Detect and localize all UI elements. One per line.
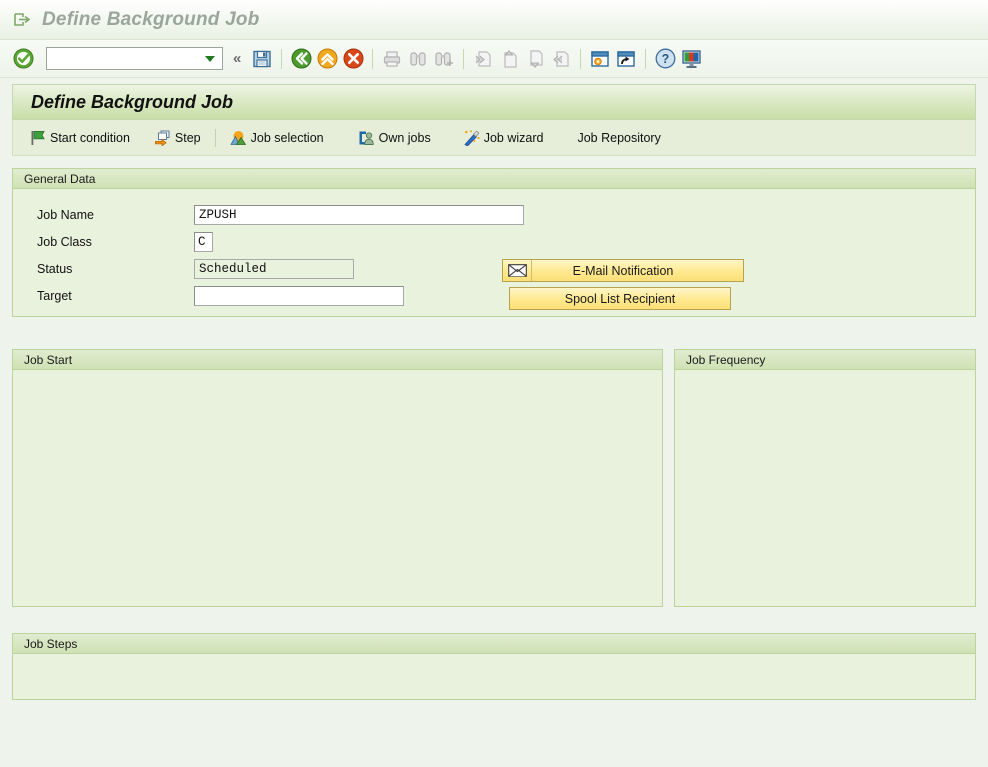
help-button[interactable]: ?: [653, 47, 677, 71]
email-notification-button[interactable]: E-Mail Notification: [502, 259, 744, 282]
toolbar-divider: [463, 48, 465, 69]
exit-arrow-icon: [14, 12, 31, 27]
find-next-button[interactable]: [432, 47, 456, 71]
window-title: Define Background Job: [42, 8, 260, 30]
toolbar-divider: [281, 48, 283, 69]
save-button[interactable]: [250, 47, 274, 71]
start-condition-button[interactable]: Start condition: [23, 125, 136, 151]
chevron-down-icon[interactable]: [205, 55, 215, 62]
double-chevron-left-icon[interactable]: «: [233, 51, 241, 66]
last-page-button[interactable]: [549, 47, 573, 71]
mountain-sunrise-icon: [230, 130, 248, 146]
job-start-panel: Job Start: [12, 349, 663, 607]
exit-button[interactable]: [315, 47, 339, 71]
form-row-job-name: Job Name ZPUSH: [13, 201, 975, 228]
form-row-status: Status Scheduled: [13, 255, 975, 282]
job-steps-panel: Job Steps: [12, 633, 976, 700]
system-toolbar: « ?: [0, 40, 988, 78]
job-frequency-header: Job Frequency: [675, 350, 975, 370]
window-titlebar: Define Background Job: [0, 0, 988, 40]
form-row-target: Target: [13, 282, 975, 309]
job-wizard-button[interactable]: Job wizard: [457, 125, 550, 151]
job-repository-label: Job Repository: [577, 130, 661, 145]
status-label: Status: [37, 261, 73, 276]
magic-wand-icon: [463, 129, 481, 146]
general-data-body: Job Name ZPUSH Job Class C Status Schedu…: [13, 189, 975, 316]
email-notification-label: E-Mail Notification: [572, 263, 674, 278]
app-toolbar: Start condition Step Job selection Own j…: [12, 120, 976, 156]
job-steps-header: Job Steps: [13, 634, 975, 654]
command-field[interactable]: [46, 47, 223, 70]
spool-list-recipient-label: Spool List Recipient: [564, 291, 676, 306]
page-title: Define Background Job: [31, 91, 234, 112]
previous-page-button[interactable]: [497, 47, 521, 71]
first-page-button[interactable]: [471, 47, 495, 71]
spool-list-recipient-button[interactable]: Spool List Recipient: [509, 287, 731, 310]
green-flag-icon: [29, 130, 47, 146]
customize-layout-button[interactable]: [679, 47, 703, 71]
toolbar-divider: [580, 48, 582, 69]
green-check-circle-icon[interactable]: [11, 47, 35, 71]
step-arrow-icon: [154, 130, 172, 146]
toolbar-divider: [372, 48, 374, 69]
svg-text:?: ?: [662, 52, 670, 66]
job-wizard-label: Job wizard: [483, 130, 544, 145]
job-class-input[interactable]: C: [194, 231, 213, 252]
target-input[interactable]: [194, 285, 404, 306]
job-start-body[interactable]: [13, 370, 662, 606]
print-button[interactable]: [380, 47, 404, 71]
general-data-panel: General Data Job Name ZPUSH Job Class C …: [12, 168, 976, 317]
app-toolbar-divider: [214, 128, 216, 147]
toolbar-divider: [645, 48, 647, 69]
job-selection-label: Job selection: [250, 130, 324, 145]
job-frequency-body[interactable]: [675, 370, 975, 606]
own-jobs-person-icon: [358, 130, 376, 146]
step-label: Step: [174, 130, 201, 145]
start-condition-label: Start condition: [50, 130, 130, 145]
own-jobs-button[interactable]: Own jobs: [352, 125, 437, 151]
target-label: Target: [37, 288, 72, 303]
next-page-button[interactable]: [523, 47, 547, 71]
step-button[interactable]: Step: [148, 125, 207, 151]
general-data-header: General Data: [13, 169, 975, 189]
job-steps-body[interactable]: [13, 654, 975, 699]
job-start-header: Job Start: [13, 350, 662, 370]
status-value: Scheduled: [194, 258, 354, 279]
form-row-job-class: Job Class C: [13, 228, 975, 255]
job-class-label: Job Class: [37, 234, 92, 249]
job-frequency-panel: Job Frequency: [674, 349, 976, 607]
create-shortcut-button[interactable]: [614, 47, 638, 71]
app-title-band: Define Background Job: [12, 84, 976, 120]
back-button[interactable]: [289, 47, 313, 71]
find-button[interactable]: [406, 47, 430, 71]
create-session-button[interactable]: [588, 47, 612, 71]
job-name-input[interactable]: ZPUSH: [194, 204, 524, 225]
command-input[interactable]: [47, 50, 201, 67]
envelope-icon: [503, 260, 532, 281]
job-name-label: Job Name: [37, 207, 94, 222]
cancel-button[interactable]: [341, 47, 365, 71]
job-repository-button[interactable]: Job Repository: [571, 125, 666, 151]
start-frequency-row: Job Start Job Frequency: [0, 349, 988, 607]
own-jobs-label: Own jobs: [378, 130, 431, 145]
job-selection-button[interactable]: Job selection: [224, 125, 330, 151]
